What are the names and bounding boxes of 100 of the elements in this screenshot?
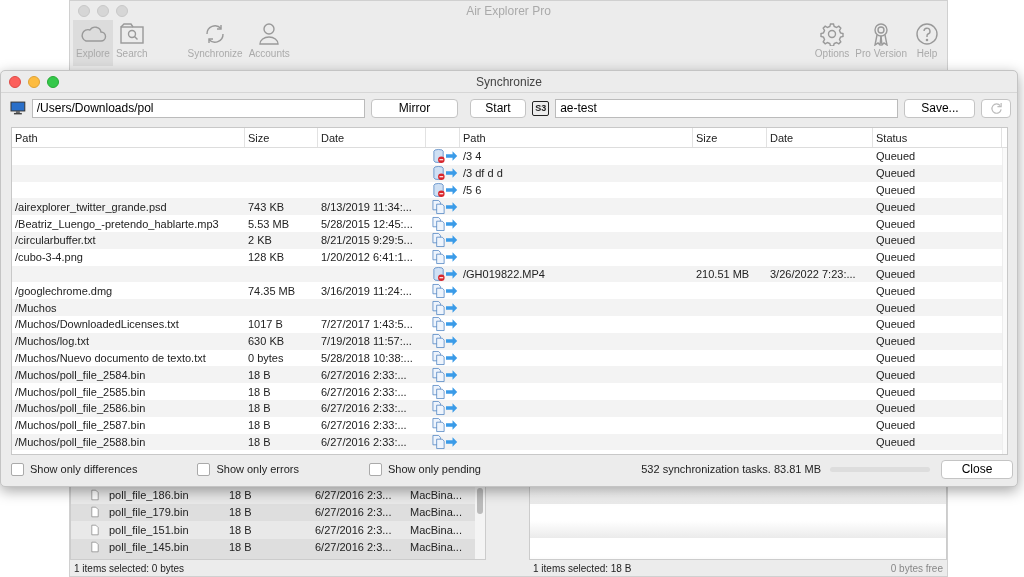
status-cell: Queued <box>876 150 916 163</box>
path-cell: /Muchos <box>15 301 57 314</box>
column-header[interactable]: Date <box>318 128 426 147</box>
date-cell: 5/28/2018 10:38:... <box>321 351 413 364</box>
mode-button[interactable]: Mirror <box>371 98 458 118</box>
status-cell: Queued <box>876 200 916 213</box>
path-cell: /Beatriz_Luengo_-pretendo_hablarte.mp3 <box>15 217 219 230</box>
remote-path-field[interactable]: ae-test <box>555 98 899 118</box>
size-cell: 18 B <box>248 402 271 415</box>
close-button[interactable]: Close <box>941 459 1013 479</box>
checkbox[interactable] <box>11 462 24 476</box>
status-cell: Queued <box>876 368 916 381</box>
path-cell: /Muchos/poll_file_2587.bin <box>15 419 146 432</box>
checkbox[interactable] <box>368 462 382 476</box>
path-cell: /airexplorer_twitter_grande.psd <box>15 200 167 213</box>
free-space-text: 0 bytes free <box>890 562 943 574</box>
size-cell: 743 KB <box>248 200 285 213</box>
scrollbar[interactable] <box>475 486 485 559</box>
gear-icon <box>818 22 847 47</box>
checkbox-label: Show only differences <box>30 463 138 475</box>
file-kind: MacBina... <box>410 506 463 519</box>
close-light[interactable] <box>9 75 21 88</box>
file-icon <box>91 523 99 536</box>
column-header[interactable]: Size <box>693 128 767 147</box>
file-icon <box>91 506 99 519</box>
checkbox[interactable] <box>197 462 211 476</box>
date-cell: 8/21/2015 9:29:5... <box>321 234 413 247</box>
size-cell: 18 B <box>248 385 271 398</box>
size-cell: 5.53 MB <box>248 217 289 230</box>
file-kind: MacBina... <box>410 523 463 536</box>
file-name: poll_file_145.bin <box>109 541 190 554</box>
status-text: 1 items selected: 18 B <box>533 562 632 574</box>
scrollbar[interactable] <box>1002 148 1007 454</box>
path-cell: /3 4 <box>463 150 482 163</box>
status-cell: Queued <box>876 435 916 448</box>
local-path-field[interactable]: /Users/Downloads/pol <box>31 98 366 118</box>
status-cell: Queued <box>876 335 916 348</box>
column-header[interactable]: Path <box>12 128 245 147</box>
file-name: poll_file_179.bin <box>109 506 190 519</box>
path-cell: /cubo-3-4.png <box>15 251 83 264</box>
date-cell: 7/27/2017 1:43:5... <box>321 318 413 331</box>
date-cell: 8/13/2019 11:34:... <box>321 200 412 213</box>
refresh-icon <box>989 101 1003 115</box>
zoom-light[interactable] <box>47 75 59 88</box>
column-header[interactable]: Size <box>245 128 318 147</box>
minimize-light[interactable] <box>97 4 109 17</box>
path-cell: /googlechrome.dmg <box>15 284 113 297</box>
zoom-light[interactable] <box>116 4 128 17</box>
path-cell: /5 6 <box>463 184 482 196</box>
status-cell: Queued <box>876 301 916 314</box>
help-icon <box>913 22 941 47</box>
status-cell: Queued <box>876 402 916 415</box>
file-size: 18 B <box>229 523 253 536</box>
save-button[interactable]: Save... <box>904 98 976 118</box>
file-date: 6/27/2016 2:3... <box>315 541 393 554</box>
status-text: 1 items selected: 0 bytes <box>74 562 185 574</box>
size-cell: 2 KB <box>248 234 272 247</box>
status-cell: Queued <box>876 251 916 264</box>
date-cell: 7/19/2018 11:57:... <box>321 335 412 348</box>
status-cell: Queued <box>876 284 916 297</box>
file-size: 18 B <box>229 488 253 501</box>
date-cell: 6/27/2016 2:33:... <box>321 368 407 381</box>
column-header[interactable]: Status <box>873 128 1002 147</box>
status-cell: Queued <box>876 217 916 230</box>
status-cell: Queued <box>876 167 916 180</box>
date-cell: 3/26/2022 7:23:... <box>770 267 856 280</box>
file-kind: MacBina... <box>410 488 463 501</box>
file-icon <box>91 541 99 554</box>
date-cell: 5/28/2015 12:45:... <box>321 217 413 230</box>
date-cell: 6/27/2016 2:33:... <box>321 435 407 448</box>
size-cell: 18 B <box>248 419 271 432</box>
date-cell: 6/27/2016 2:33:... <box>321 402 407 415</box>
path-cell: /Muchos/poll_file_2588.bin <box>15 435 146 448</box>
close-light[interactable] <box>78 4 90 17</box>
path-cell: /Muchos/poll_file_2584.bin <box>15 368 146 381</box>
size-cell: 1017 B <box>248 318 283 331</box>
size-cell: 128 KB <box>248 251 285 264</box>
file-kind: MacBina... <box>410 541 463 554</box>
status-cell: Queued <box>876 184 916 196</box>
status-cell: Queued <box>876 385 916 398</box>
start-button[interactable]: Start <box>469 98 527 118</box>
path-cell: /Muchos/poll_file_2586.bin <box>15 402 146 415</box>
date-cell: 1/20/2012 6:41:1... <box>321 251 413 264</box>
file-size: 18 B <box>229 541 253 554</box>
checkbox-label: Show only errors <box>216 463 299 475</box>
file-date: 6/27/2016 2:3... <box>315 506 393 519</box>
window-title: Synchronize <box>476 74 542 89</box>
size-cell: 0 bytes <box>248 351 284 364</box>
path-cell: /Muchos/poll_file_2585.bin <box>15 385 146 398</box>
path-cell: /Muchos/log.txt <box>15 335 89 348</box>
status-cell: Queued <box>876 419 916 432</box>
refresh-button[interactable] <box>981 98 1011 118</box>
column-header[interactable]: Path <box>460 128 693 147</box>
search-icon <box>117 22 146 47</box>
column-header[interactable]: Date <box>767 128 873 147</box>
minimize-light[interactable] <box>28 75 40 88</box>
size-cell: 74.35 MB <box>248 284 296 297</box>
status-cell: Queued <box>876 267 916 280</box>
size-cell: 630 KB <box>248 335 285 348</box>
file-date: 6/27/2016 2:3... <box>315 488 393 501</box>
